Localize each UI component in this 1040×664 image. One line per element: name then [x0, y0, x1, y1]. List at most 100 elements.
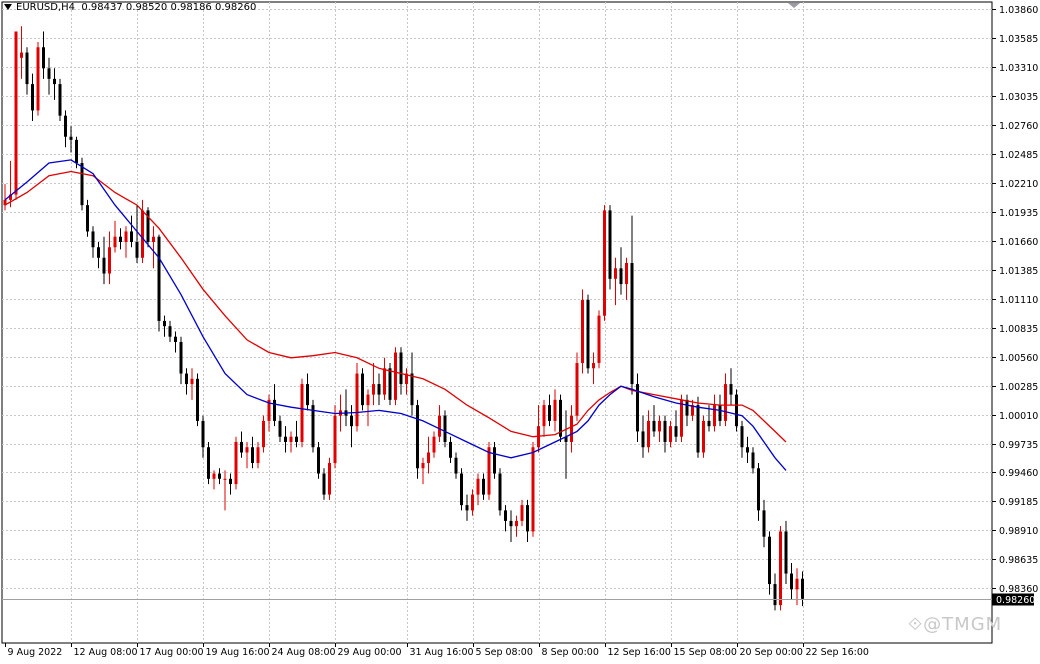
y-tick-label: 1.01385 — [999, 266, 1038, 277]
candle-body — [36, 47, 40, 111]
y-tick-label: 0.98910 — [999, 526, 1038, 537]
candle-body — [394, 352, 397, 400]
candle-body — [443, 415, 447, 442]
candle-body — [218, 473, 221, 479]
candle-body — [174, 336, 177, 342]
candle-body — [542, 405, 546, 427]
candle-body — [64, 115, 67, 137]
candle-body — [421, 463, 425, 469]
candle-body — [251, 447, 254, 464]
candle-body — [465, 505, 469, 511]
candle-body — [669, 426, 672, 442]
candle-body — [658, 420, 661, 432]
candle-body — [20, 52, 23, 58]
plot-area — [1, 1, 993, 644]
candle-body — [724, 384, 727, 421]
candle-body — [520, 505, 524, 521]
candle-body — [592, 363, 595, 369]
x-tick-label: 9 Aug 2022 — [8, 647, 63, 658]
x-tick-label: 24 Aug 08:00 — [272, 647, 336, 658]
candle-body — [713, 405, 716, 427]
y-tick-label: 1.00835 — [999, 324, 1038, 335]
candle-body — [504, 510, 507, 521]
y-tick-label: 1.00285 — [999, 382, 1038, 393]
y-tick-label: 0.98360 — [999, 584, 1038, 595]
candle-body — [702, 420, 705, 453]
candle-body — [31, 84, 34, 111]
candle-body — [751, 452, 755, 469]
candle-body — [58, 84, 62, 116]
candle-body — [685, 399, 689, 416]
candle-body — [223, 478, 227, 480]
candle-body — [663, 420, 667, 442]
candle-body — [757, 468, 760, 511]
candle-body — [328, 463, 331, 495]
candle-body — [482, 478, 485, 495]
candle-body — [729, 384, 733, 395]
candle-body — [735, 394, 738, 427]
chart-window[interactable]: EURUSD,H4 0.98437 0.98520 0.98186 0.9826… — [0, 0, 1040, 664]
candle-body — [278, 420, 282, 437]
candle-body — [696, 405, 700, 453]
candle-body — [427, 452, 430, 464]
price-chart[interactable]: 1.03860 1.03585 1.03310 1.03035 1.02760 1.024… — [0, 0, 1040, 664]
candle-body — [97, 247, 100, 258]
candle-body — [641, 431, 645, 448]
candle-body — [377, 384, 381, 395]
candle-body — [784, 531, 788, 574]
candle-body — [119, 236, 122, 242]
candle-body — [438, 415, 441, 437]
candle-body — [471, 494, 474, 511]
x-tick-label: 12 Sep 16:00 — [608, 647, 671, 658]
candle-body — [553, 399, 557, 421]
chart-menu-triangle-icon[interactable] — [4, 4, 12, 10]
candle-body — [273, 399, 276, 421]
chart-header: EURUSD,H4 0.98437 0.98520 0.98186 0.9826… — [4, 2, 256, 13]
candle-body — [168, 326, 172, 337]
candle-body — [361, 373, 364, 406]
candle-body — [234, 441, 238, 485]
candle-body — [460, 473, 463, 506]
x-tick-label: 19 Aug 16:00 — [206, 647, 270, 658]
candle-body — [790, 573, 793, 590]
candle-body — [196, 378, 199, 421]
candle-body — [366, 394, 370, 406]
candle-body — [42, 47, 45, 69]
candle-body — [548, 405, 551, 421]
candle-body — [674, 426, 678, 437]
candle-body — [801, 578, 804, 599]
candle-body — [526, 505, 529, 532]
candle-body — [680, 399, 683, 437]
candle-body — [240, 441, 243, 453]
x-tick-label: 15 Sep 08:00 — [674, 647, 737, 658]
candle-body — [163, 320, 166, 327]
candle-body — [113, 236, 117, 248]
tmgm-watermark: ⟐@TMGM — [908, 614, 1003, 635]
y-tick-label: 1.03035 — [999, 92, 1038, 103]
candle-body — [350, 415, 353, 427]
y-tick-label: 1.00010 — [999, 411, 1038, 422]
candle-body — [69, 136, 73, 140]
candle-body — [284, 436, 287, 442]
candle-body — [746, 447, 749, 453]
candle-body — [372, 384, 375, 395]
x-tick-label: 29 Aug 00:00 — [338, 647, 402, 658]
candle-body — [432, 436, 436, 453]
candle-body — [333, 415, 337, 464]
candle-body — [768, 536, 771, 585]
candle-body — [575, 363, 579, 416]
y-tick-label: 1.02760 — [999, 121, 1038, 132]
candle-body — [53, 78, 56, 85]
candle-body — [322, 473, 326, 495]
candle-body — [773, 584, 777, 606]
candle-body — [603, 210, 606, 316]
y-tick-label: 1.03585 — [999, 34, 1038, 45]
candle-body — [795, 578, 799, 590]
candle-body — [135, 241, 139, 258]
candle-body — [383, 368, 386, 395]
candle-body — [179, 341, 183, 374]
y-tick-label: 1.00560 — [999, 353, 1038, 364]
current-price-label: 0.98260 — [996, 595, 1035, 606]
candle-body — [108, 247, 111, 274]
candle-body — [295, 436, 298, 442]
